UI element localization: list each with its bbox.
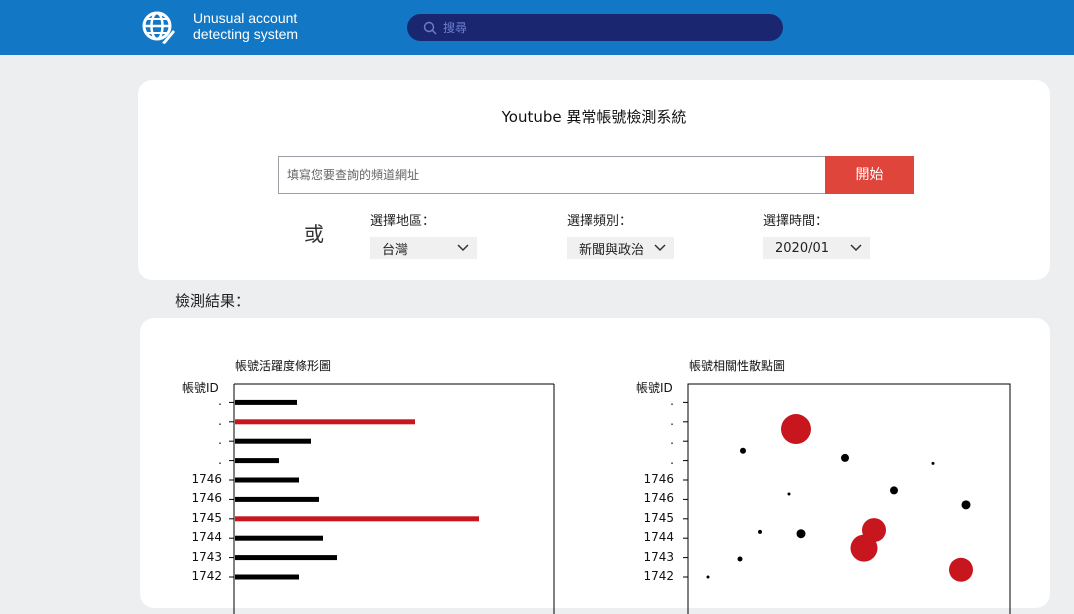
bar-highlighted <box>235 516 479 522</box>
chevron-down-icon <box>457 244 469 252</box>
app-title-line2: detecting system <box>193 26 299 42</box>
bar <box>235 477 299 483</box>
bar-chart-ytick: 1743 <box>191 549 222 564</box>
bar <box>235 535 323 541</box>
bar-chart-ytick: . <box>218 452 222 467</box>
scatter-chart-ytick: 1742 <box>643 569 674 583</box>
bar-chart-ytick: . <box>218 433 222 448</box>
search-bar[interactable]: 搜尋 <box>407 14 783 41</box>
scatter-point <box>740 447 746 454</box>
results-label: 檢測結果： <box>175 292 251 310</box>
bar <box>235 438 311 444</box>
top-navbar: Unusual account detecting system 搜尋 <box>0 0 1074 55</box>
scatter-point <box>841 453 849 462</box>
chevron-down-icon <box>850 244 862 252</box>
scatter-chart-ytick: 1744 <box>643 530 674 545</box>
scatter-chart-ytick: . <box>670 413 674 428</box>
category-select-value: 新聞與政治 <box>579 242 645 258</box>
start-button[interactable]: 開始 <box>825 156 914 194</box>
scatter-point <box>796 529 806 539</box>
scatter-chart-ytick: . <box>670 433 674 448</box>
region-filter-label: 選擇地區： <box>370 214 436 229</box>
or-label: 或 <box>304 222 324 246</box>
scatter-point <box>961 500 971 510</box>
time-select[interactable]: 2020/01 <box>763 237 870 259</box>
globe-feather-icon[interactable] <box>140 9 176 45</box>
scatter-point <box>737 556 743 562</box>
chevron-down-icon <box>654 244 666 252</box>
app-title: Unusual account detecting system <box>193 10 353 42</box>
scatter-chart-title: 帳號相關性散點圖 <box>689 359 786 373</box>
region-select-value: 台灣 <box>382 242 409 258</box>
category-select[interactable]: 新聞與政治 <box>567 237 674 259</box>
scatter-chart-ytick: 1746 <box>643 472 674 486</box>
bar-highlighted <box>235 419 415 425</box>
bar-chart-ytick: 1746 <box>191 472 222 486</box>
bar-chart <box>229 383 555 614</box>
scatter-point-flagged <box>850 534 878 562</box>
search-icon <box>423 21 437 34</box>
scatter-chart-ytick: . <box>670 394 674 409</box>
category-filter-label: 選擇頻別： <box>567 214 633 229</box>
results-card: 帳號活躍度條形圖 帳號ID 1742 1743 1744 1745 1746 1746..… <box>140 318 1050 614</box>
bar <box>235 399 297 405</box>
scatter-point-flagged <box>949 557 973 582</box>
bar-chart-ytick: 1746 <box>191 491 222 506</box>
scatter-chart-ytick: 1743 <box>643 549 674 564</box>
search-placeholder: 搜尋 <box>443 21 468 35</box>
bar-chart-ytick: 1745 <box>191 510 222 525</box>
category-filter: 選擇頻別： 新聞與政治 <box>567 210 674 259</box>
bar <box>235 496 319 502</box>
page-title: Youtube 異常帳號檢測系統 <box>501 108 687 126</box>
bar-chart-ytick: . <box>218 394 222 409</box>
app-title-line1: Unusual account <box>193 10 298 26</box>
bar <box>235 555 337 561</box>
channel-url-input[interactable]: 填寫您要查詢的頻道網址 <box>278 156 826 194</box>
bar-chart-ytick: 1744 <box>191 530 222 545</box>
scatter-chart-ytick: . <box>670 452 674 467</box>
time-filter-label: 選擇時間： <box>763 214 829 229</box>
scatter-chart-ytick: 1745 <box>643 510 674 525</box>
scatter-point <box>931 461 935 465</box>
bar-chart-title: 帳號活躍度條形圖 <box>235 359 332 373</box>
time-select-value: 2020/01 <box>775 240 830 256</box>
scatter-point <box>787 492 791 496</box>
bar-chart-ytick: 1742 <box>191 569 222 583</box>
time-filter: 選擇時間： 2020/01 <box>763 210 870 259</box>
region-select[interactable]: 台灣 <box>370 237 477 259</box>
bar <box>235 458 279 464</box>
search-form-card: Youtube 異常帳號檢測系統 填寫您要查詢的頻道網址 開始 或 選擇地區： … <box>138 80 1050 280</box>
region-filter: 選擇地區： 台灣 <box>370 210 477 259</box>
bar <box>235 574 299 580</box>
scatter-point <box>758 529 762 534</box>
scatter-chart <box>683 383 1011 614</box>
scatter-point <box>706 575 710 579</box>
scatter-chart-ytick: 1746 <box>643 491 674 506</box>
bar-chart-ytick: . <box>218 413 222 428</box>
scatter-point-flagged <box>781 414 811 445</box>
scatter-point <box>890 486 898 495</box>
